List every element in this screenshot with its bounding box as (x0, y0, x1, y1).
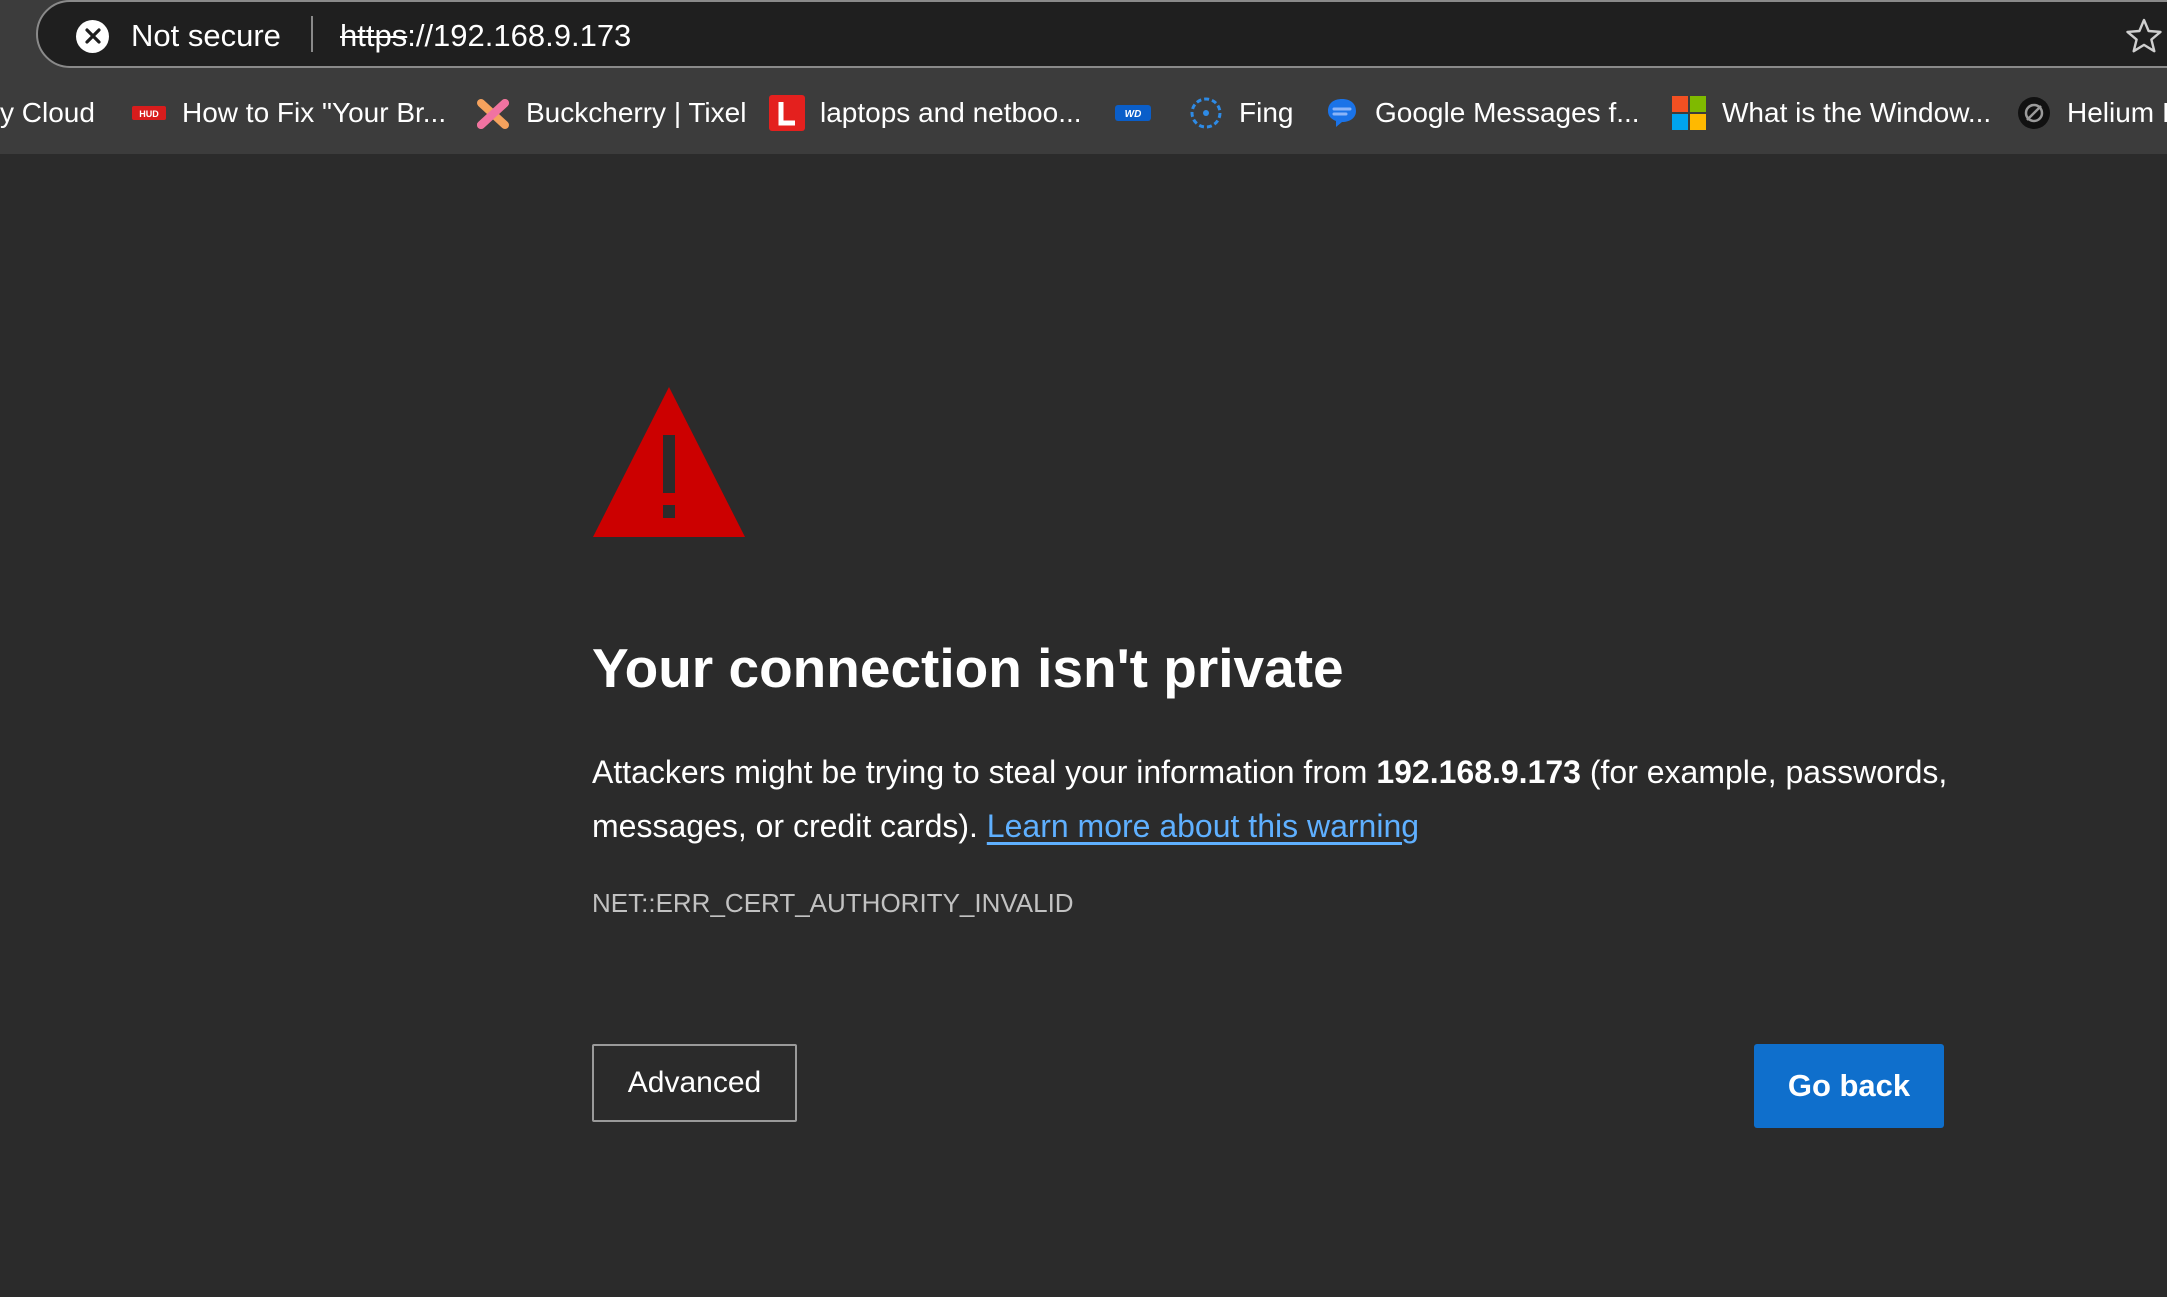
favorite-star-icon[interactable] (2124, 16, 2164, 56)
bookmark-how-to-fix[interactable]: HUD How to Fix "Your Br... (131, 72, 446, 154)
bookmark-label: What is the Window... (1722, 97, 1992, 128)
bookmarks-bar: y Cloud HUD How to Fix "Your Br... Buckc… (0, 72, 2167, 154)
url-field[interactable]: https://192.168.9.173 (340, 2, 631, 70)
bookmark-label: Google Messages f... (1375, 97, 1640, 128)
advanced-button[interactable]: Advanced (592, 1044, 797, 1122)
learn-more-link[interactable]: Learn more about this warning (987, 808, 1419, 844)
host-name: 192.168.9.173 (1376, 754, 1581, 790)
not-secure-icon (76, 19, 109, 53)
warning-description: Attackers might be trying to steal your … (592, 745, 1962, 853)
address-bar-strip: Not secure https://192.168.9.173 (0, 0, 2167, 72)
helium-icon (2016, 95, 2052, 131)
bookmark-label: y Cloud (0, 97, 95, 128)
microsoft-icon (1671, 95, 1707, 131)
omnibox[interactable]: Not secure https://192.168.9.173 (36, 0, 2167, 68)
bookmark-label: laptops and netboo... (820, 97, 1082, 128)
security-label: Not secure (131, 18, 281, 53)
bookmark-wd[interactable]: WD (1115, 72, 1166, 154)
bookmark-buckcherry[interactable]: Buckcherry | Tixel (475, 72, 746, 154)
bookmark-cloud[interactable]: y Cloud (0, 72, 95, 154)
error-code: NET::ERR_CERT_AUTHORITY_INVALID (592, 888, 1074, 918)
fing-icon (1188, 95, 1224, 131)
security-chip[interactable]: Not secure (76, 2, 281, 70)
hud-icon: HUD (131, 95, 167, 131)
bookmark-google-messages[interactable]: Google Messages f... (1324, 72, 1640, 154)
tixel-icon (475, 95, 511, 131)
bookmark-label: Fing (1239, 97, 1294, 128)
bookmark-laptops[interactable]: laptops and netboo... (769, 72, 1082, 154)
bookmark-windows[interactable]: What is the Window... (1671, 72, 1991, 154)
description-prefix: Attackers might be trying to steal your … (592, 754, 1377, 790)
address-separator (311, 16, 313, 52)
warning-triangle-icon (593, 387, 745, 537)
url-scheme: https (340, 18, 408, 53)
svg-text:WD: WD (1125, 109, 1142, 120)
bookmark-label: How to Fix "Your Br... (182, 97, 447, 128)
l-icon (769, 95, 805, 131)
page-title: Your connection isn't private (592, 637, 1344, 699)
bookmark-fing[interactable]: Fing (1188, 72, 1293, 154)
bookmark-label: Buckcherry | Tixel (526, 97, 747, 128)
messages-icon (1324, 95, 1360, 131)
bookmark-label: Helium I (2067, 97, 2167, 128)
go-back-button[interactable]: Go back (1754, 1044, 1944, 1128)
svg-text:HUD: HUD (139, 109, 159, 119)
wd-icon: WD (1115, 95, 1151, 131)
url-host: ://192.168.9.173 (407, 18, 632, 53)
bookmark-helium[interactable]: Helium I (2016, 72, 2167, 154)
